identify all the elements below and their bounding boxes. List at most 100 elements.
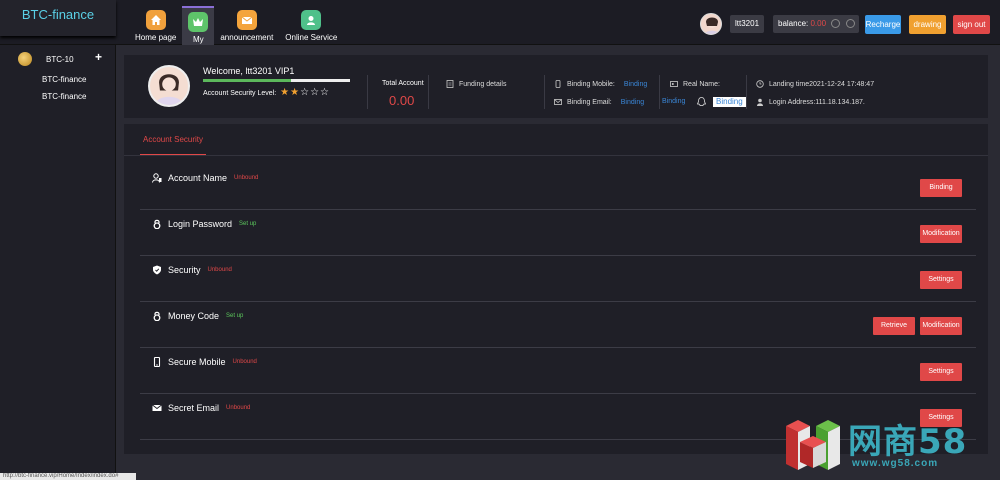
user-avatar-icon[interactable]	[700, 13, 722, 35]
row-title-text: Security	[168, 265, 201, 275]
balance-label: balance:	[778, 19, 809, 28]
status-badge: Unbound	[207, 267, 232, 273]
sidebar-item-btc-finance-1[interactable]: BTC-finance	[42, 75, 86, 84]
home-icon	[145, 10, 166, 30]
login-address-text: Login Address:111.18.134.187.	[769, 98, 865, 106]
security-progress-fill	[203, 79, 292, 82]
security-row-secure-mobile: Secure Mobile Unbound Settings	[140, 348, 976, 394]
divider	[659, 75, 660, 109]
nav-online-service-label: Online Service	[285, 33, 338, 42]
row-title: Secure Mobile Unbound	[152, 357, 257, 367]
mail-icon	[236, 10, 257, 30]
recharge-button[interactable]: Recharge	[865, 15, 901, 34]
account-security-panel: Account Security Account Name Unbound Bi…	[124, 124, 988, 454]
balance-value: 0.00	[810, 19, 827, 28]
binding-email-link[interactable]: Binding	[621, 99, 644, 106]
user-id-icon	[152, 173, 162, 183]
document-icon	[446, 80, 454, 88]
profile-panel: Welcome, ltt3201 VIP1 Account Security L…	[124, 55, 988, 118]
eye-icon[interactable]	[831, 19, 840, 28]
lock-icon	[153, 311, 161, 321]
binding-link[interactable]: Binding	[662, 98, 685, 105]
top-bar: BTC-finance Home page My announcement On…	[0, 0, 1000, 45]
lock-icon	[153, 219, 161, 229]
balance-chip: balance: 0.00	[773, 15, 859, 33]
email-icon	[554, 99, 562, 105]
row-title-text: Login Password	[168, 219, 233, 229]
row-title: Secret Email Unbound	[152, 403, 250, 413]
mobile-icon	[555, 80, 561, 88]
welcome-text: Welcome, ltt3201 VIP1	[203, 66, 295, 76]
security-row-login-password: Login Password Set up Modification	[140, 210, 976, 256]
total-account-label: Total Account	[382, 80, 424, 87]
landing-time-text: Landing time2021-12-24 17:48:47	[769, 80, 875, 88]
binding-box-button[interactable]: Binding	[713, 97, 746, 107]
main-nav: Home page My announcement Online Service	[129, 6, 343, 45]
security-stars: ★★☆☆☆	[279, 88, 329, 98]
status-badge: Unbound	[234, 175, 259, 181]
binding-mobile-label: Binding Mobile:	[567, 80, 615, 88]
binding-email: Binding Email: Binding	[554, 98, 644, 106]
divider	[746, 75, 747, 109]
drawing-button[interactable]: drawing	[909, 15, 946, 34]
nav-announcement[interactable]: announcement	[214, 6, 279, 45]
security-row-money-code: Money Code Set up Retrieve Modification	[140, 302, 976, 348]
settings-button[interactable]: Settings	[920, 271, 962, 289]
divider	[367, 75, 368, 109]
tab-account-security[interactable]: Account Security	[140, 124, 206, 156]
sidebar-market-label: BTC-10	[46, 54, 74, 64]
divider	[428, 75, 429, 109]
modification-button[interactable]: Modification	[920, 225, 962, 243]
refresh-icon[interactable]	[846, 19, 855, 28]
row-title: Money Code Set up	[152, 311, 243, 321]
nav-online-service[interactable]: Online Service	[279, 6, 343, 45]
nav-home-label: Home page	[135, 33, 177, 42]
status-badge: Set up	[239, 221, 257, 227]
binding-mobile: Binding Mobile: Binding	[554, 80, 647, 88]
status-badge: Unbound	[232, 359, 257, 365]
username-chip[interactable]: ltt3201	[730, 15, 765, 33]
binding-button[interactable]: Binding	[920, 179, 962, 197]
shield-icon	[153, 265, 161, 275]
binding-mobile-link[interactable]: Binding	[624, 81, 647, 88]
nav-home[interactable]: Home page	[129, 6, 182, 45]
row-title: Account Name Unbound	[152, 173, 258, 183]
watermark-url: www.wg58.com	[852, 458, 939, 469]
star-empty-icon: ☆	[300, 87, 310, 98]
coin-icon	[18, 52, 32, 66]
real-name: Real Name:	[670, 80, 720, 88]
star-filled-icon: ★	[290, 87, 300, 98]
star-filled-icon: ★	[280, 87, 290, 98]
nav-my-label: My	[193, 35, 204, 44]
row-title-text: Secure Mobile	[168, 357, 226, 367]
total-account-value: 0.00	[389, 93, 415, 108]
row-title-text: Account Name	[168, 173, 228, 183]
profile-avatar-icon	[148, 65, 190, 107]
status-badge: Unbound	[226, 405, 251, 411]
security-row-security: Security Unbound Settings	[140, 256, 976, 302]
login-address: Login Address:111.18.134.187.	[756, 98, 865, 106]
clock-icon	[756, 80, 764, 88]
retrieve-button[interactable]: Retrieve	[873, 317, 915, 335]
sidebar: BTC-10 + BTC-finance BTC-finance	[0, 45, 116, 480]
sidebar-item-btc-finance-2[interactable]: BTC-finance	[42, 92, 86, 101]
funding-details-link[interactable]: Funding details	[446, 80, 506, 88]
nav-announcement-label: announcement	[220, 33, 274, 42]
star-empty-icon: ☆	[310, 87, 320, 98]
star-empty-icon: ☆	[320, 87, 329, 98]
settings-button[interactable]: Settings	[920, 363, 962, 381]
mobile-icon	[153, 357, 161, 367]
divider	[544, 75, 545, 109]
brand-logo[interactable]: BTC-finance	[0, 0, 116, 36]
watermark: 网商58 www.wg58.com	[780, 410, 990, 474]
sidebar-market[interactable]: BTC-10 +	[18, 50, 108, 67]
landing-time: Landing time2021-12-24 17:48:47	[756, 80, 874, 88]
email-icon	[152, 404, 162, 411]
crown-icon	[188, 12, 209, 32]
nav-my[interactable]: My	[182, 6, 215, 45]
user-icon	[757, 98, 763, 106]
modification-button[interactable]: Modification	[920, 317, 962, 335]
plus-icon[interactable]: +	[95, 50, 102, 64]
binding-email-label: Binding Email:	[567, 98, 612, 106]
sign-out-button[interactable]: sign out	[953, 15, 990, 34]
